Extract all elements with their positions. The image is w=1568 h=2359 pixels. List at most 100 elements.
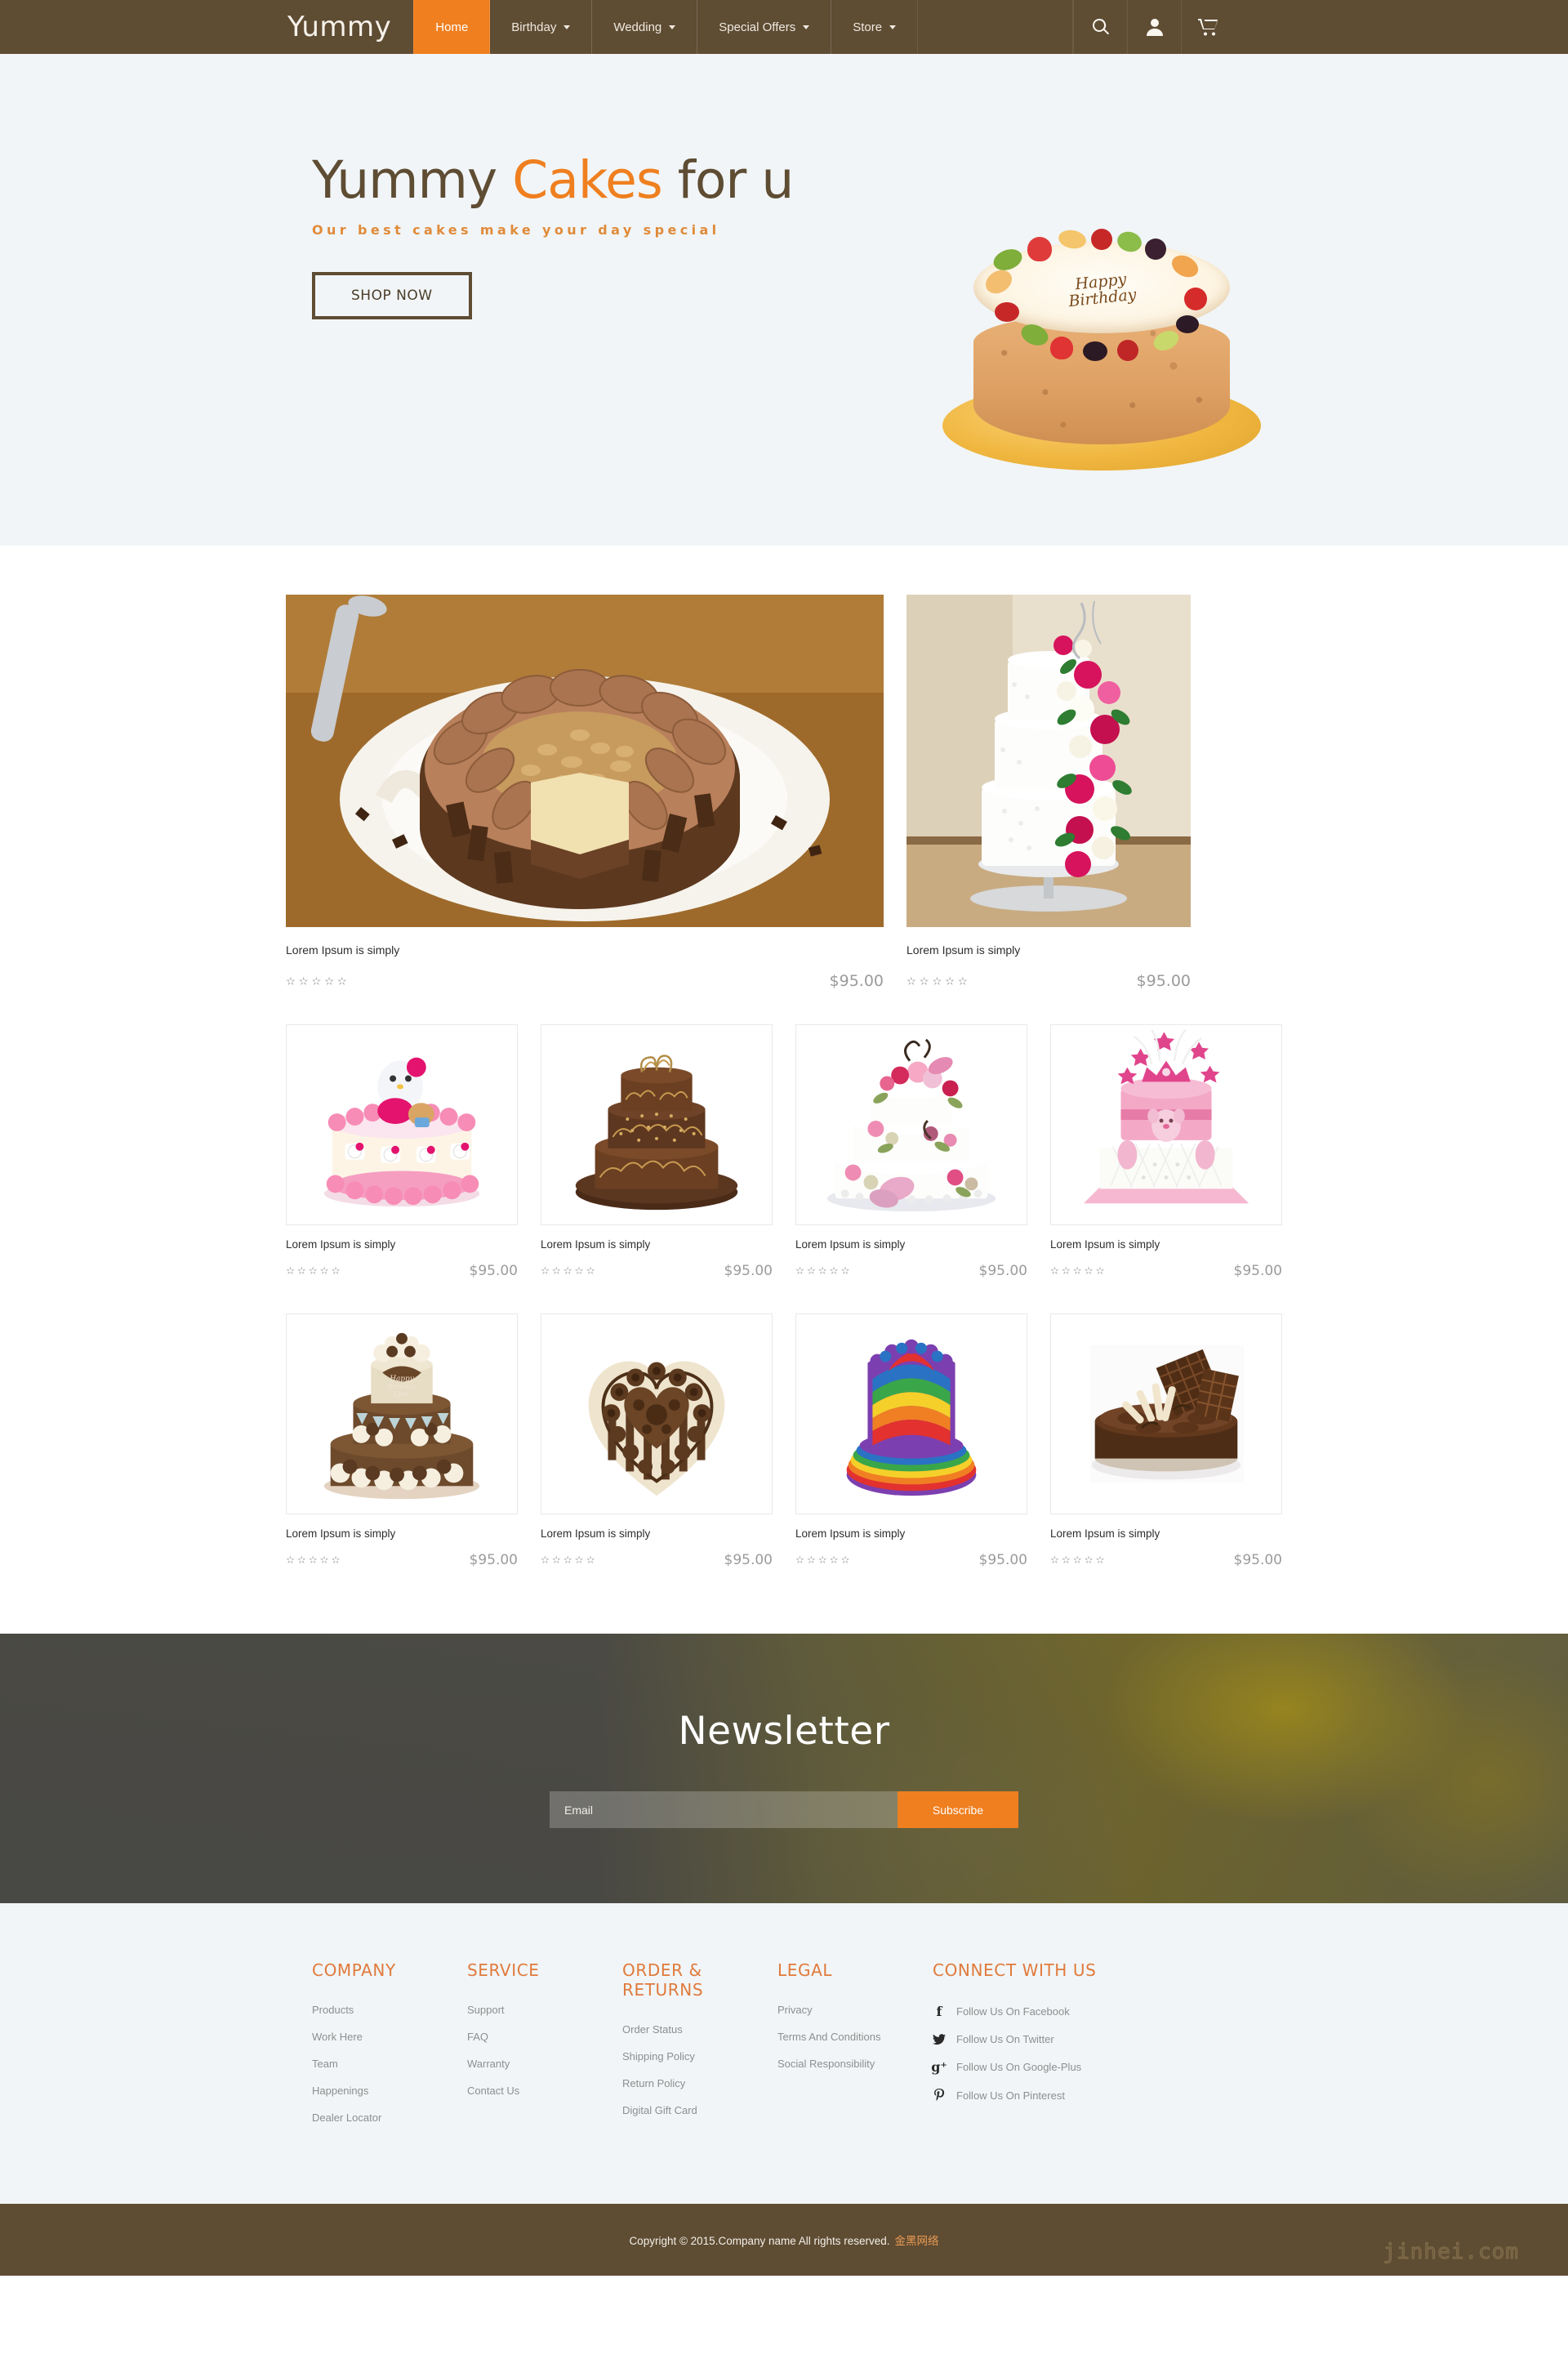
footer-link-shipping-policy[interactable]: Shipping Policy xyxy=(622,2050,777,2062)
nav-item-special-offers[interactable]: Special Offers xyxy=(697,0,832,54)
user-icon[interactable] xyxy=(1127,0,1181,54)
svg-text:Birthday: Birthday xyxy=(387,1383,416,1390)
footer-link-terms[interactable]: Terms And Conditions xyxy=(777,2031,933,2043)
nav-item-store[interactable]: Store xyxy=(831,0,919,54)
footer-column-service: SERVICE Support FAQ Warranty Contact Us xyxy=(467,1960,622,2138)
product-title: Lorem Ipsum is simply xyxy=(906,943,1021,957)
product-price: $95.00 xyxy=(1233,1263,1282,1279)
product-meta: ✫✫✫✫✫ $95.00 xyxy=(795,1263,1027,1279)
rating-stars: ✫✫✫✫✫ xyxy=(1050,1264,1107,1277)
product-image[interactable] xyxy=(795,1313,1027,1514)
footer-link-dealer-locator[interactable]: Dealer Locator xyxy=(312,2112,467,2124)
product-card[interactable]: Lorem Ipsum is simply ✫✫✫✫✫ $95.00 xyxy=(1050,1313,1282,1568)
chevron-down-icon xyxy=(564,25,571,29)
cherry xyxy=(1091,229,1112,250)
product-image[interactable] xyxy=(286,595,884,927)
product-card[interactable]: Lorem Ipsum is simply ✫✫✫✫✫ $95.00 xyxy=(541,1313,773,1568)
social-link-pinterest[interactable]: Follow Us On Pinterest xyxy=(933,2089,1186,2102)
footer-link-contact-us[interactable]: Contact Us xyxy=(467,2085,622,2097)
product-price: $95.00 xyxy=(978,1263,1027,1279)
product-price: $95.00 xyxy=(469,1552,518,1568)
footer-link-work-here[interactable]: Work Here xyxy=(312,2031,467,2043)
chevron-down-icon xyxy=(889,25,897,29)
product-price: $95.00 xyxy=(724,1263,773,1279)
product-title: Lorem Ipsum is simply xyxy=(286,1527,396,1540)
product-title: Lorem Ipsum is simply xyxy=(541,1238,651,1251)
newsletter-section: Newsletter Subscribe xyxy=(0,1634,1568,1903)
product-image[interactable] xyxy=(1050,1024,1282,1225)
blackberry xyxy=(1176,315,1199,333)
cherry xyxy=(1117,340,1138,361)
nav-item-wedding[interactable]: Wedding xyxy=(591,0,698,54)
strawberry xyxy=(1027,237,1052,261)
product-meta: ✫✫✫✫✫ $95.00 xyxy=(906,972,1191,990)
social-link-facebook[interactable]: f Follow Us On Facebook xyxy=(933,2004,1186,2019)
product-card[interactable]: Lorem Ipsum is simply ✫✫✫✫✫ $95.00 xyxy=(795,1024,1027,1279)
footer-heading: COMPANY xyxy=(312,1960,396,1980)
search-icon[interactable] xyxy=(1073,0,1127,54)
product-price: $95.00 xyxy=(1233,1552,1282,1568)
hero-title: Yummy Cakes for u xyxy=(312,153,794,207)
social-label: Follow Us On Facebook xyxy=(956,2005,1070,2018)
nav-label: Birthday xyxy=(511,20,557,34)
footer-link-return-policy[interactable]: Return Policy xyxy=(622,2077,777,2089)
product-price: $95.00 xyxy=(724,1552,773,1568)
footer-link-warranty[interactable]: Warranty xyxy=(467,2058,622,2070)
footer-link-social-responsibility[interactable]: Social Responsibility xyxy=(777,2058,933,2070)
shop-now-button[interactable]: SHOP NOW xyxy=(312,272,472,320)
footer-link-happenings[interactable]: Happenings xyxy=(312,2085,467,2097)
hero-section: Yummy Cakes for u Our best cakes make yo… xyxy=(0,54,1568,546)
social-link-google-plus[interactable]: g⁺ Follow Us On Google-Plus xyxy=(931,2059,1186,2075)
nav-item-birthday[interactable]: Birthday xyxy=(489,0,593,54)
product-image[interactable] xyxy=(906,595,1191,927)
product-image[interactable] xyxy=(795,1024,1027,1225)
product-card[interactable]: Lorem Ipsum is simply ✫✫✫✫✫ $95.00 xyxy=(1050,1024,1282,1279)
product-price: $95.00 xyxy=(1136,972,1191,990)
email-input[interactable] xyxy=(550,1791,898,1828)
footer-link-privacy[interactable]: Privacy xyxy=(777,2004,933,2016)
watermark: jinhei.com xyxy=(1383,2240,1519,2265)
hero-subtitle: Our best cakes make your day special xyxy=(312,222,720,239)
nav-item-home[interactable]: Home xyxy=(413,0,491,54)
footer-link-support[interactable]: Support xyxy=(467,2004,622,2016)
footer-link-team[interactable]: Team xyxy=(312,2058,467,2070)
product-image[interactable]: Happy Birthday Lync xyxy=(286,1313,518,1514)
product-image[interactable] xyxy=(286,1024,518,1225)
product-image[interactable] xyxy=(1050,1313,1282,1514)
cart-icon[interactable] xyxy=(1181,0,1235,54)
footer-link-order-status[interactable]: Order Status xyxy=(622,2023,777,2036)
featured-row: Lorem Ipsum is simply ✫✫✫✫✫ $95.00 Lorem… xyxy=(286,595,1282,990)
subscribe-button[interactable]: Subscribe xyxy=(898,1791,1018,1828)
hero-title-part1: Yummy xyxy=(312,150,513,210)
footer-link-faq[interactable]: FAQ xyxy=(467,2031,622,2043)
pinterest-icon xyxy=(933,2089,946,2102)
footer-column-company: COMPANY Products Work Here Team Happenin… xyxy=(312,1960,467,2138)
product-grid-row-2: Happy Birthday Lync Lorem Ipsum is simpl… xyxy=(286,1313,1282,1568)
nav-label: Store xyxy=(853,20,883,34)
footer-link-products[interactable]: Products xyxy=(312,2004,467,2016)
product-card[interactable]: Lorem Ipsum is simply ✫✫✫✫✫ $95.00 xyxy=(286,1024,518,1279)
blackberry xyxy=(1083,341,1107,361)
rating-stars: ✫✫✫✫✫ xyxy=(541,1264,598,1277)
product-price: $95.00 xyxy=(469,1263,518,1279)
product-title: Lorem Ipsum is simply xyxy=(795,1527,906,1540)
site-header: Yummy Home Birthday Wedding Special Offe… xyxy=(0,0,1568,54)
site-footer: COMPANY Products Work Here Team Happenin… xyxy=(0,1903,1568,2204)
footer-link-digital-gift-card[interactable]: Digital Gift Card xyxy=(622,2104,777,2116)
social-label: Follow Us On Twitter xyxy=(956,2033,1054,2045)
rating-stars: ✫✫✫✫✫ xyxy=(906,974,971,988)
header-icon-group xyxy=(1073,0,1235,54)
product-image[interactable] xyxy=(541,1313,773,1514)
product-image[interactable] xyxy=(541,1024,773,1225)
product-title: Lorem Ipsum is simply xyxy=(795,1238,906,1251)
product-card[interactable]: Lorem Ipsum is simply ✫✫✫✫✫ $95.00 xyxy=(795,1313,1027,1568)
product-card[interactable]: Lorem Ipsum is simply ✫✫✫✫✫ $95.00 xyxy=(541,1024,773,1279)
hero-cake-image: Happy Birthday xyxy=(942,217,1261,495)
main-navigation: Home Birthday Wedding Special Offers Sto… xyxy=(413,0,1074,54)
product-card[interactable]: Happy Birthday Lync Lorem Ipsum is simpl… xyxy=(286,1313,518,1568)
social-link-twitter[interactable]: Follow Us On Twitter xyxy=(933,2033,1186,2045)
brand-logo[interactable]: Yummy xyxy=(287,0,414,54)
product-card[interactable]: Lorem Ipsum is simply ✫✫✫✫✫ $95.00 xyxy=(286,595,884,990)
svg-text:Happy: Happy xyxy=(389,1375,414,1383)
product-card[interactable]: Lorem Ipsum is simply ✫✫✫✫✫ $95.00 xyxy=(906,595,1191,990)
